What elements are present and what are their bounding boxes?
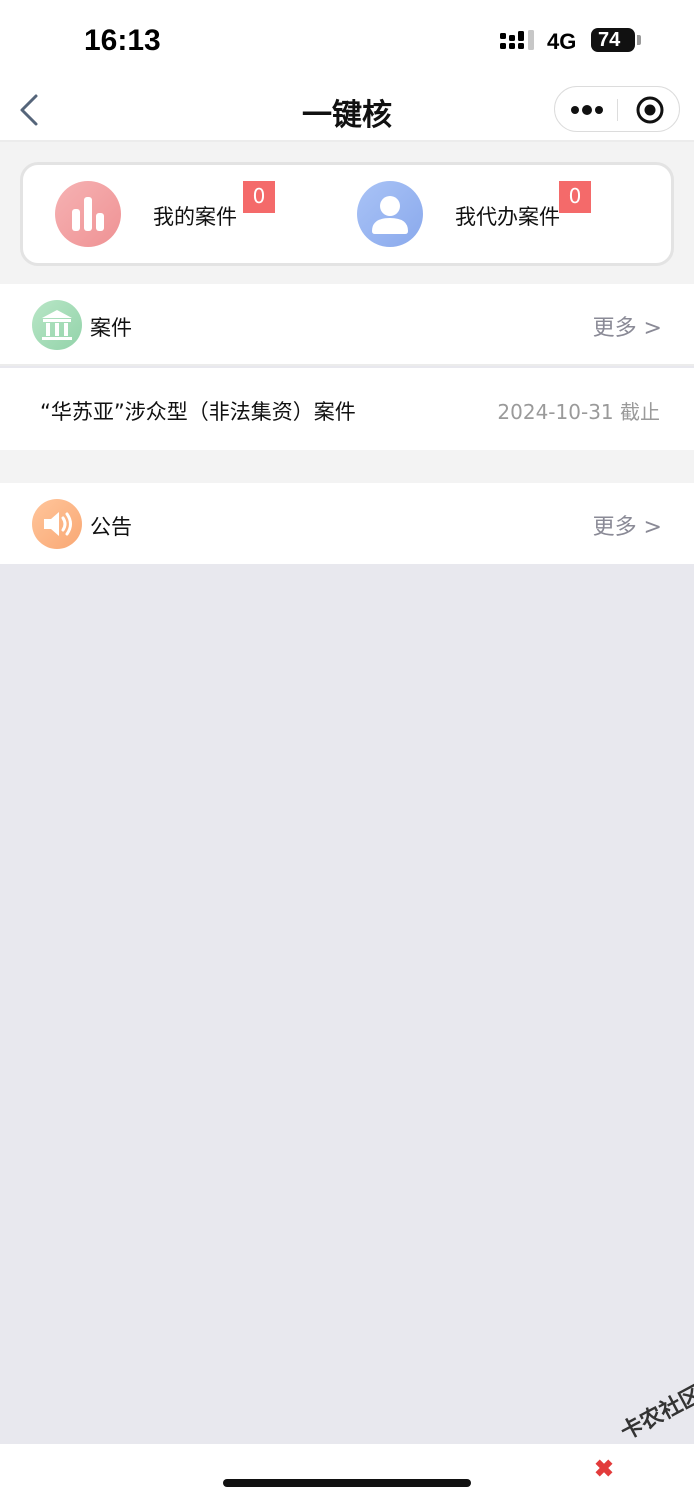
nav-bar: 一键核: [0, 80, 694, 142]
my-cases-button[interactable]: 我的案件 0: [23, 165, 343, 263]
network-label: 4G: [547, 29, 577, 54]
my-cases-count-badge: 0: [243, 181, 275, 213]
home-indicator: [223, 1479, 471, 1487]
battery-icon: 74: [591, 28, 635, 52]
cases-section-title: 案件: [90, 316, 132, 340]
section-gap: [0, 450, 694, 483]
proxy-cases-count-badge: 0: [559, 181, 591, 213]
quick-links-card: 我的案件 0 我代办案件 0: [20, 162, 674, 266]
case-deadline: 2024-10-31 截止: [497, 400, 660, 424]
case-title: “华苏亚”涉众型（非法集资）案件: [40, 400, 356, 424]
speaker-icon: [32, 499, 82, 549]
cases-more-link[interactable]: 更多 >: [593, 310, 662, 342]
battery-level: 74: [598, 29, 621, 51]
bar-chart-icon: [55, 181, 121, 247]
status-time: 16:13: [84, 24, 161, 57]
proxy-cases-button[interactable]: 我代办案件 0: [343, 165, 673, 263]
notices-more-link[interactable]: 更多 >: [593, 509, 662, 541]
more-icon[interactable]: [569, 99, 605, 121]
notices-section-header: 公告 更多 >: [0, 483, 694, 564]
notices-section-title: 公告: [90, 515, 132, 539]
mini-program-capsule: [554, 86, 680, 132]
close-mini-program-icon[interactable]: [635, 95, 665, 125]
signal-icon: [500, 30, 534, 50]
cases-section-header: 案件 更多 >: [0, 284, 694, 366]
user-icon: [357, 181, 423, 247]
court-building-icon: [32, 300, 82, 350]
proxy-cases-label: 我代办案件: [455, 205, 560, 229]
case-list-item[interactable]: “华苏亚”涉众型（非法集资）案件 2024-10-31 截止: [0, 368, 694, 450]
quick-links-section: 我的案件 0 我代办案件 0: [0, 142, 694, 284]
battery-tip: [637, 35, 641, 45]
my-cases-label: 我的案件: [153, 205, 237, 229]
capsule-divider: [617, 99, 618, 121]
status-bar: 16:13 4G 74: [0, 0, 694, 80]
